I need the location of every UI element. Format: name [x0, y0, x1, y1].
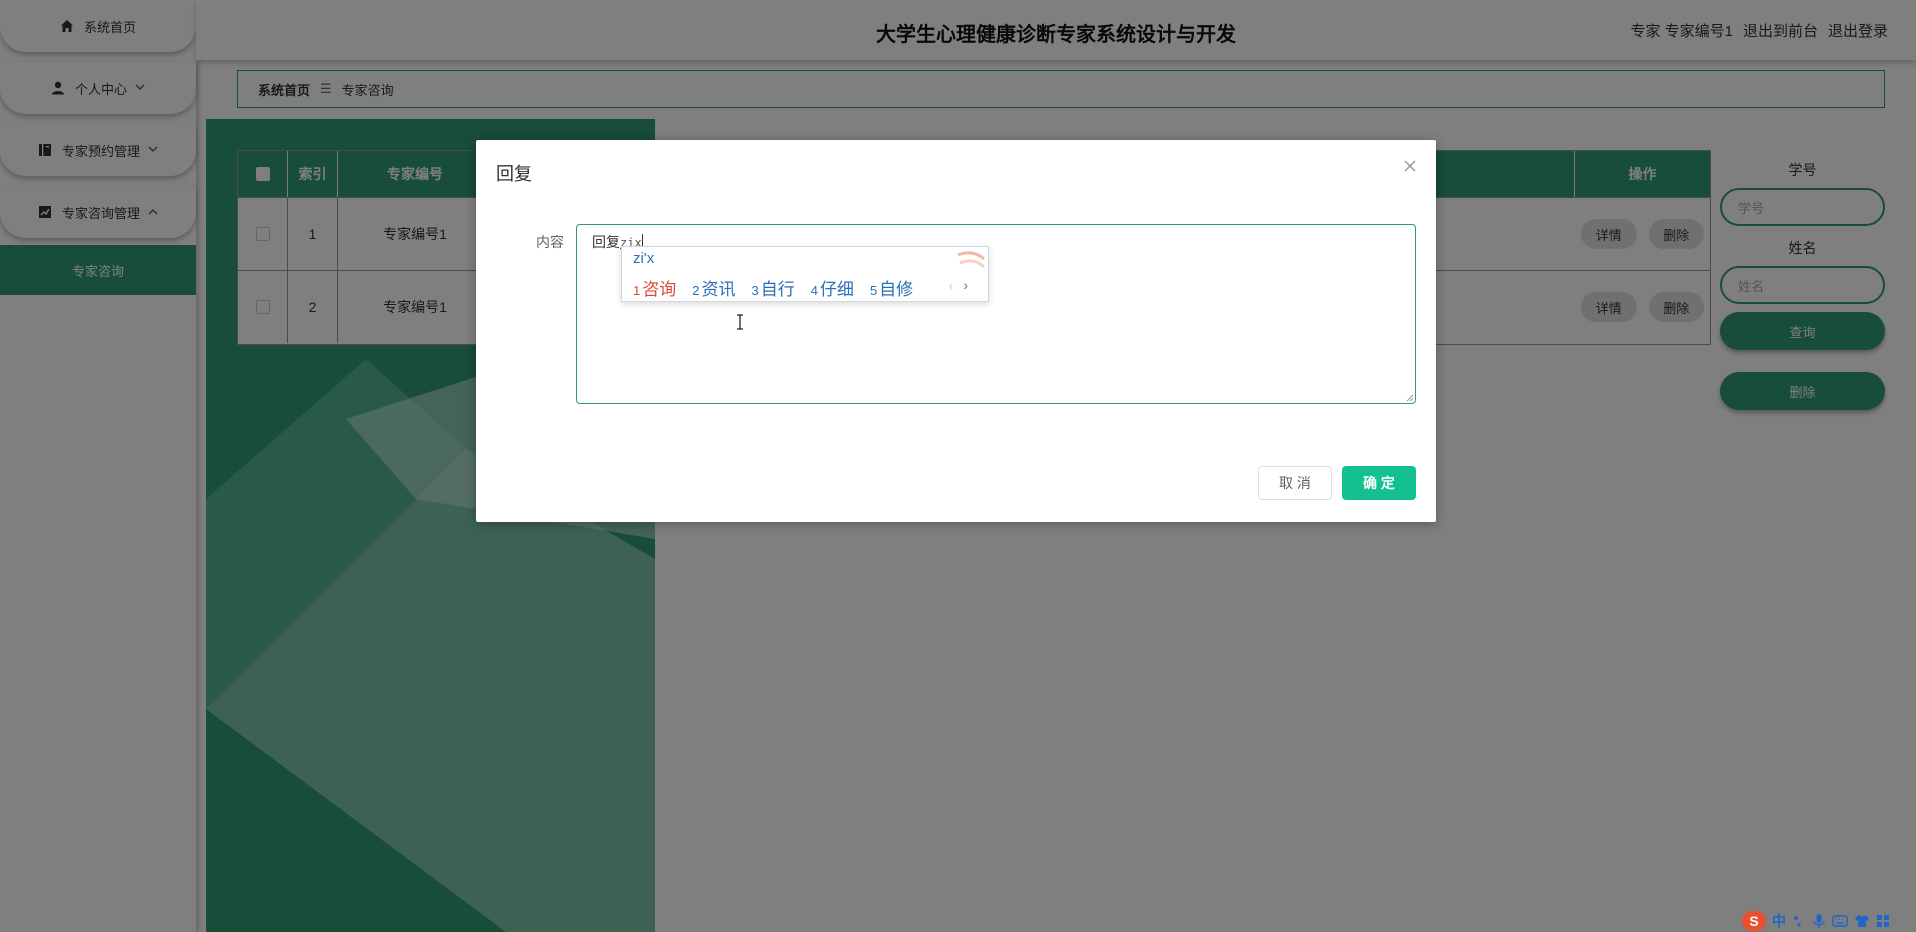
ime-candidate[interactable]: 1 咨询 — [633, 275, 676, 300]
ime-candidate[interactable]: 4 仔细 — [811, 275, 854, 300]
dialog-title: 回复 — [496, 164, 532, 184]
ime-candidate-list: 1 咨询 2 资讯 3 自行 4 仔细 5 自修 — [633, 275, 913, 300]
ime-candidate[interactable]: 2 资讯 — [692, 275, 735, 300]
ime-next-page-icon[interactable]: › — [963, 277, 968, 293]
ime-page-nav: ‹ › — [949, 277, 968, 293]
skin-shirt-icon[interactable] — [1854, 914, 1870, 928]
ime-candidate[interactable]: 3 自行 — [751, 275, 794, 300]
content-text: 回复 — [592, 234, 620, 250]
ime-composition: zi'x — [633, 250, 655, 267]
cancel-button[interactable]: 取 消 — [1258, 466, 1332, 500]
keyboard-icon[interactable] — [1832, 914, 1848, 928]
ime-status-tray: S 中 — [1742, 910, 1916, 932]
confirm-button[interactable]: 确 定 — [1342, 466, 1416, 500]
ime-candidate-window: zi'x 1 咨询 2 资讯 3 自行 4 仔细 5 自修 ‹ › — [621, 246, 989, 302]
reply-dialog: 回复 内容 回复zix 取 消 确 定 — [476, 140, 1436, 522]
punctuation-icon[interactable] — [1792, 914, 1806, 928]
sogou-logo-icon[interactable]: S — [1742, 911, 1766, 931]
ime-candidate[interactable]: 5 自修 — [870, 275, 913, 300]
ime-mode-indicator[interactable]: 中 — [1772, 911, 1786, 931]
toolbox-grid-icon[interactable] — [1876, 914, 1890, 928]
text-cursor-icon — [737, 314, 743, 330]
microphone-icon[interactable] — [1812, 913, 1826, 929]
content-label: 内容 — [536, 234, 564, 250]
ime-prev-page-icon[interactable]: ‹ — [949, 277, 954, 293]
resize-handle-icon[interactable] — [1406, 394, 1414, 402]
ime-skin-decoration-icon — [957, 251, 986, 269]
close-icon[interactable] — [1402, 158, 1418, 174]
